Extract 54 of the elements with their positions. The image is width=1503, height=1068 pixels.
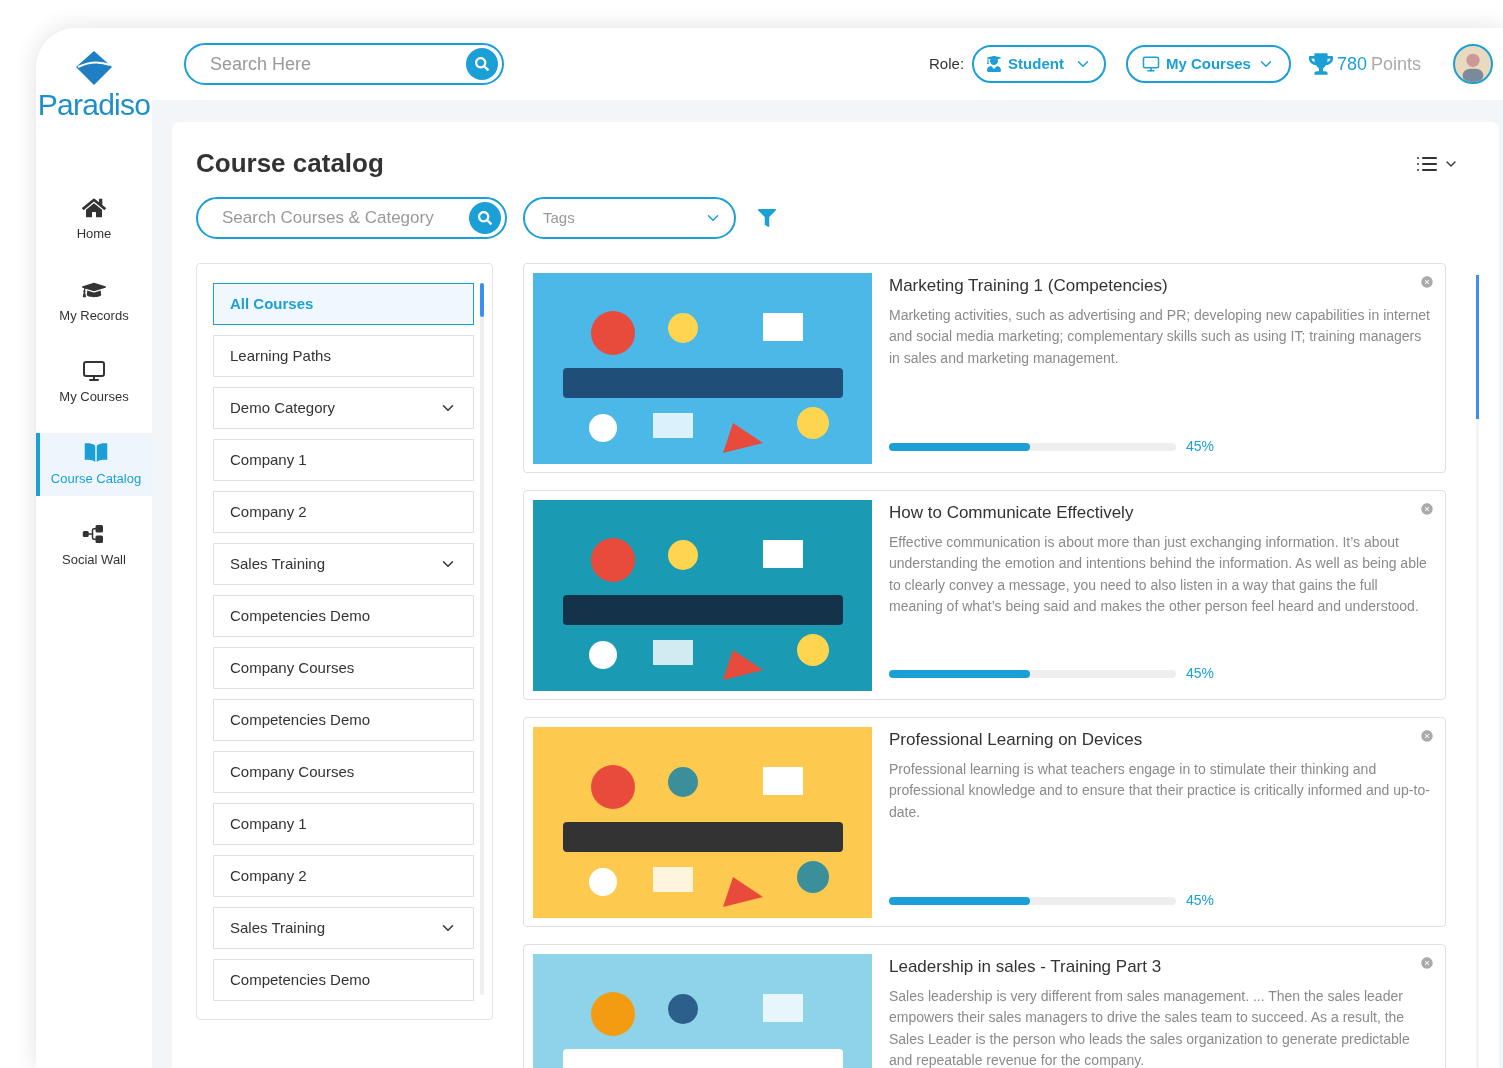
category-item[interactable]: Company 2 [213,855,474,897]
course-description: Effective communication is about more than just exchanging information. It’s about understanding the emotion and intentions behind the information. As well as being able to clearly convey a message, you need to also listen in a way that gains the full meaning of what’s being said and makes the other person feel heard and understood. [889,532,1428,616]
course-title[interactable]: Leadership in sales - Training Part 3 [889,954,1162,980]
course-title[interactable]: Professional Learning on Devices [889,727,1143,753]
avatar[interactable] [1453,44,1493,84]
course-title[interactable]: Marketing Training 1 (Competencies) [889,273,1168,299]
student-icon [986,56,1003,72]
course-description: Professional learning is what teachers engage in to stimulate their thinking and professional knowledge and to ensure that their practice is critically informed and up-to-date. [889,759,1431,822]
search-icon[interactable] [466,48,498,80]
category-item[interactable]: Competencies Demo [213,699,474,741]
nav-item[interactable]: My Records [36,269,152,333]
filter-icon[interactable] [758,209,776,227]
search-bar[interactable]: Search Here [184,43,504,85]
trophy-icon [1308,52,1333,76]
brand-name: Paradiso [37,89,151,121]
category-item[interactable]: Demo Category [213,387,474,429]
progress-reading: 45% [1186,891,1215,910]
progress-reading: 45% [1186,437,1215,456]
category-item[interactable]: Company 1 [213,439,474,481]
nav-item[interactable]: Social Wall [36,514,152,578]
course-description: Marketing activities, such as advertising and PR; developing new capabilities in internet and social media marketing; complementary skills such as using IT; training managers in sales and marketing management. [889,305,1431,368]
page-title: Course catalog [196,147,384,180]
category-item[interactable]: Competencies Demo [213,959,474,1001]
course-description: Sales leadership is very different from sales management. ... Then the sales leader empowers their sales managers to drive the sales team to succeed. As a result, the Sales Leader is the person who leads the sales organization to generate predictable and repeatable revenue for the company. [889,986,1411,1068]
nav-item[interactable]: Home [36,188,152,252]
category-item[interactable]: Sales Training [213,543,474,585]
close-icon[interactable] [1420,729,1434,743]
course-card[interactable] [523,490,1446,700]
category-item[interactable]: Company Courses [213,751,474,793]
search-field[interactable]: Search Here [210,50,466,78]
course-card[interactable] [523,717,1446,927]
search-icon[interactable] [469,202,501,234]
category-item[interactable]: Learning Paths [213,335,474,377]
progress-reading: 45% [1186,664,1215,683]
category-item[interactable]: Company Courses [213,647,474,689]
course-card[interactable] [523,263,1446,473]
category-item[interactable]: Sales Training [213,907,474,949]
close-icon[interactable] [1420,502,1434,516]
home-icon [82,196,106,220]
search-bar[interactable]: Search Courses & Category [196,197,507,239]
category-item[interactable]: Company 1 [213,803,474,845]
close-icon[interactable] [1420,275,1434,289]
points-value: 780 [1336,52,1367,76]
category-item[interactable]: Company 2 [213,491,474,533]
nav-item[interactable]: My Courses [36,351,152,415]
category-item[interactable]: Competencies Demo [213,595,474,637]
course-title[interactable]: How to Communicate Effectively [889,500,1134,526]
laptop-icon [82,359,106,383]
search-field[interactable]: Search Courses & Category [222,205,469,231]
points-label: Points [1370,52,1421,76]
network-icon [82,522,106,546]
laptop-icon [1141,55,1160,73]
role-label: Role: [929,53,965,74]
close-icon[interactable] [1420,956,1434,970]
